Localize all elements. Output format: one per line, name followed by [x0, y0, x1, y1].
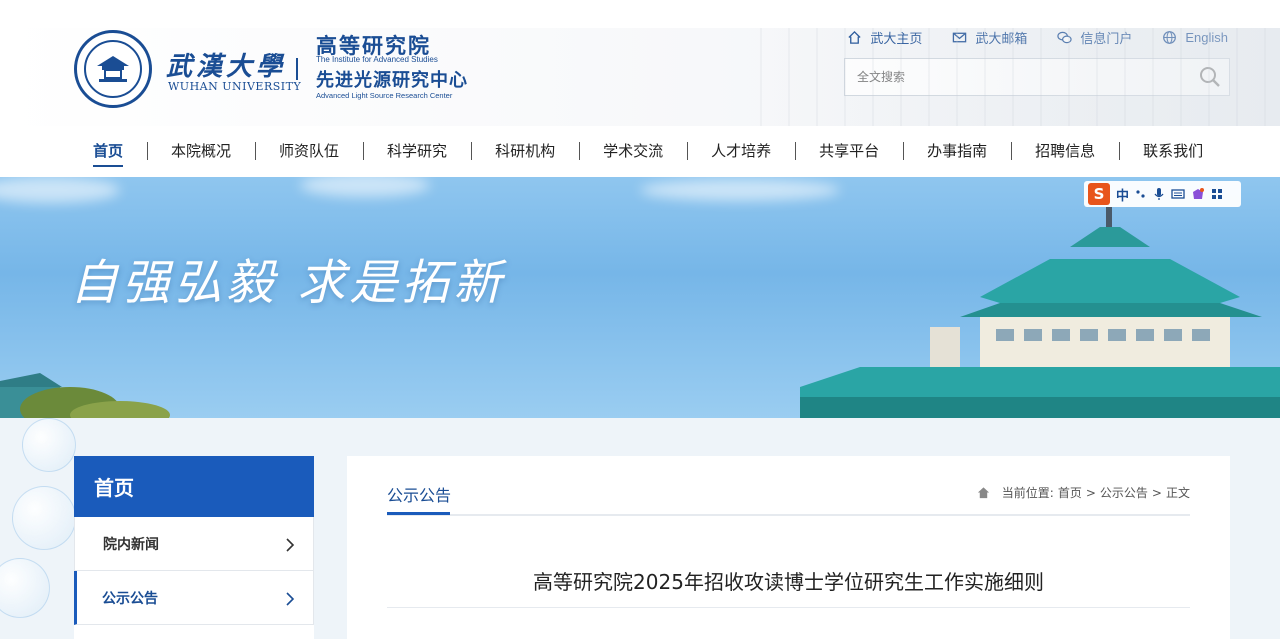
banner-slogan: 自强弘毅 求是拓新 — [70, 255, 506, 311]
banner-cloud — [300, 177, 430, 197]
home-icon — [977, 487, 989, 499]
chevron-right-icon — [286, 538, 295, 552]
main-content: 公示公告 当前位置: 首页 > 公示公告 > 正文 高等研究院2025年招收攻读… — [347, 456, 1230, 639]
decor-bubble — [22, 418, 76, 472]
nav-item-overview[interactable]: 本院概况 — [147, 126, 255, 177]
quick-link-label: 信息门户 — [1080, 31, 1133, 46]
banner-cloud — [0, 177, 120, 203]
site-header: 武漢大學 WUHAN UNIVERSITY 高等研究院 The Institut… — [0, 28, 1280, 126]
center-name-cn: 先进光源研究中心 — [316, 70, 468, 91]
ime-toolbar[interactable]: S 中 — [1084, 181, 1241, 207]
university-seal-logo[interactable] — [74, 30, 152, 108]
section-rule — [387, 514, 1190, 516]
main-nav: 首页 本院概况 师资队伍 科学研究 科研机构 学术交流 人才培养 共享平台 办事… — [0, 126, 1280, 177]
punctuation-icon[interactable] — [1135, 188, 1147, 200]
chat-icon — [1057, 31, 1073, 44]
breadcrumb-current: 正文 — [1165, 486, 1190, 500]
decor-bubble — [0, 558, 50, 618]
article-title: 高等研究院2025年招收攻读博士学位研究生工作实施细则 — [533, 570, 1044, 594]
search-box — [844, 58, 1230, 96]
nav-item-education[interactable]: 人才培养 — [687, 126, 795, 177]
section-tab[interactable]: 公示公告 — [387, 482, 451, 506]
search-icon[interactable] — [1199, 66, 1221, 88]
library-building-illustration — [800, 207, 1280, 418]
home-icon — [848, 30, 861, 44]
university-name-cn: 武漢大學 — [166, 52, 287, 82]
logo-divider — [296, 58, 298, 80]
sidebar-item-announcements[interactable]: 公示公告 — [74, 571, 314, 625]
nav-item-institutes[interactable]: 科研机构 — [471, 126, 579, 177]
ime-mode-label[interactable]: 中 — [1116, 185, 1129, 204]
tree-and-roof-illustration — [0, 373, 170, 418]
grid-menu-icon[interactable] — [1211, 188, 1223, 200]
sidebar: 首页 院内新闻 公示公告 — [74, 456, 314, 639]
seal-inner-ring — [84, 40, 142, 98]
breadcrumb-prefix: 当前位置: — [1001, 486, 1054, 500]
section-tab-underline — [387, 512, 450, 515]
sidebar-item-news[interactable]: 院内新闻 — [74, 517, 314, 571]
sidebar-title: 首页 — [74, 456, 314, 517]
breadcrumb-separator: > — [1085, 485, 1096, 500]
quick-link-label: 武大邮箱 — [975, 31, 1028, 46]
breadcrumb-announcements[interactable]: 公示公告 — [1100, 484, 1148, 501]
quick-link-label: English — [1185, 30, 1228, 45]
mail-icon — [953, 32, 967, 43]
breadcrumb-separator: > — [1151, 485, 1162, 500]
nav-item-guide[interactable]: 办事指南 — [903, 126, 1011, 177]
skin-icon[interactable] — [1191, 187, 1205, 201]
chevron-right-icon — [286, 592, 295, 606]
sidebar-item-label: 公示公告 — [102, 591, 158, 607]
nav-item-research[interactable]: 科学研究 — [363, 126, 471, 177]
title-rule — [387, 607, 1190, 608]
quick-link-label: 武大主页 — [870, 31, 923, 46]
center-name-en: Advanced Light Source Research Center — [316, 91, 453, 100]
quick-link-portal[interactable]: 信息门户 — [1057, 28, 1132, 47]
breadcrumb-home[interactable]: 首页 — [1058, 484, 1082, 501]
ime-logo-icon[interactable]: S — [1088, 183, 1110, 205]
nav-item-recruit[interactable]: 招聘信息 — [1011, 126, 1119, 177]
pavilion-emblem-icon — [97, 56, 129, 82]
banner-cloud — [640, 179, 840, 201]
search-input[interactable] — [845, 59, 1175, 95]
nav-item-home[interactable]: 首页 — [93, 126, 147, 177]
decor-bubble — [12, 486, 76, 550]
quick-link-mail[interactable]: 武大邮箱 — [952, 28, 1027, 47]
institute-name-en: The Institute for Advanced Studies — [316, 55, 438, 64]
quick-links: 武大主页 武大邮箱 信息门户 English — [817, 28, 1228, 47]
keyboard-icon[interactable] — [1171, 188, 1185, 200]
breadcrumb: 当前位置: 首页 > 公示公告 > 正文 — [977, 484, 1190, 501]
quick-link-home[interactable]: 武大主页 — [847, 28, 922, 47]
microphone-icon[interactable] — [1153, 187, 1165, 201]
university-name-en: WUHAN UNIVERSITY — [168, 80, 302, 93]
nav-item-exchange[interactable]: 学术交流 — [579, 126, 687, 177]
quick-link-english[interactable]: English — [1162, 28, 1228, 47]
nav-item-faculty[interactable]: 师资队伍 — [255, 126, 363, 177]
globe-icon — [1163, 31, 1177, 44]
sidebar-item-label: 院内新闻 — [103, 537, 159, 553]
nav-item-platform[interactable]: 共享平台 — [795, 126, 903, 177]
nav-item-contact[interactable]: 联系我们 — [1119, 126, 1227, 177]
hero-banner: 自强弘毅 求是拓新 S 中 — [0, 177, 1280, 418]
